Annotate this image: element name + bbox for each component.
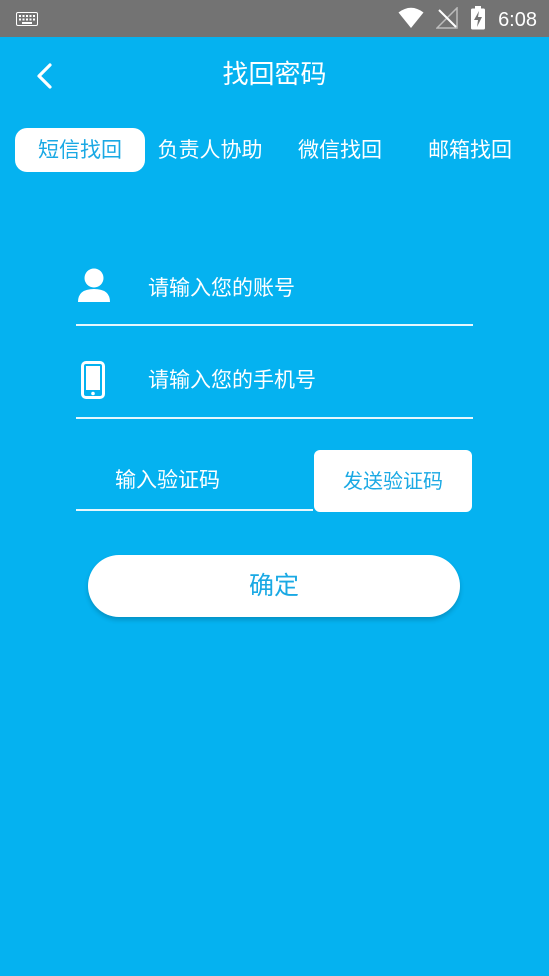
battery-charging-icon: [470, 6, 486, 34]
tab-sms-recovery[interactable]: 短信找回: [15, 128, 145, 172]
code-underline: [76, 509, 313, 511]
tab-manager-assist[interactable]: 负责人协助: [148, 128, 272, 172]
send-code-button[interactable]: 发送验证码: [314, 450, 472, 512]
status-time: 6:08: [498, 8, 537, 31]
confirm-button[interactable]: 确定: [88, 555, 460, 617]
page-title: 找回密码: [222, 60, 327, 90]
account-input[interactable]: [148, 268, 468, 308]
tab-email-recovery[interactable]: 邮箱找回: [412, 128, 528, 172]
verification-code-input[interactable]: [115, 460, 305, 500]
account-underline: [76, 324, 473, 326]
keyboard-icon: [16, 11, 38, 30]
user-icon: [77, 267, 111, 307]
status-bar: 6:08: [0, 0, 549, 37]
phone-icon: [81, 361, 105, 403]
no-signal-icon: [435, 6, 458, 33]
phone-input[interactable]: [148, 360, 468, 400]
tab-wechat-recovery[interactable]: 微信找回: [282, 128, 398, 172]
phone-underline: [76, 417, 473, 419]
wifi-icon: [398, 7, 424, 33]
find-password-screen: 6:08 找回密码 短信找回 负责人协助 微信找回 邮箱找回 发送验证码 确定: [0, 0, 549, 976]
